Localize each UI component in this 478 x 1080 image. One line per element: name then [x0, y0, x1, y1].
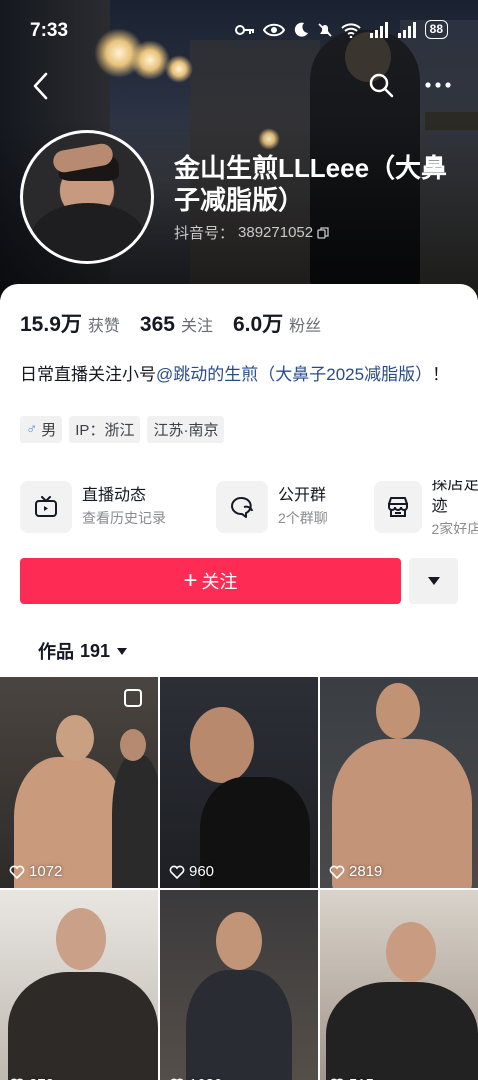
chat-icon	[216, 481, 268, 533]
video-likes: 1072	[9, 863, 62, 880]
heart-icon	[169, 865, 185, 879]
profile-card: 15.9万 获赞 365 关注 6.0万 粉丝 日常直播关注小号@跳动的生煎（大…	[0, 284, 478, 1080]
signal-icon	[369, 21, 388, 38]
video-likes: 272	[9, 1076, 54, 1080]
video-thumbnail[interactable]: 1072	[0, 677, 158, 888]
moon-icon	[294, 22, 308, 37]
tv-icon	[20, 481, 72, 533]
video-thumbnail[interactable]: 515	[320, 890, 478, 1080]
shop-icon	[374, 481, 422, 533]
video-thumbnail[interactable]: 272	[0, 890, 158, 1080]
stat-followers[interactable]: 6.0万 粉丝	[233, 308, 321, 338]
works-count: 191	[80, 640, 111, 661]
select-checkbox[interactable]	[124, 689, 142, 707]
profile-tags: ♂ 男 IP：浙江 江苏·南京	[20, 416, 225, 443]
feature-title: 公开群	[278, 487, 327, 504]
feature-live-history[interactable]: 直播动态 查看历史记录	[20, 480, 166, 534]
stat-following[interactable]: 365 关注	[140, 312, 213, 337]
works-label: 作品	[38, 642, 74, 662]
profile-name: 金山生煎LLLeee（大鼻子减脂版）	[174, 153, 448, 215]
stat-value: 365	[139, 313, 175, 336]
caret-down-icon	[117, 647, 128, 655]
gender-tag: ♂ 男	[20, 416, 63, 443]
bio-mention-link[interactable]: @跳动的生煎（大鼻子2025减脂版）	[156, 365, 432, 384]
stat-value: 15.9万	[20, 313, 82, 336]
video-likes: 1080	[169, 1076, 222, 1080]
bio-text: 日常直播关注小号@跳动的生煎（大鼻子2025减脂版）！	[20, 362, 460, 388]
wifi-icon	[340, 22, 361, 38]
likes-count: 1080	[189, 1076, 222, 1080]
video-thumbnail[interactable]: 960	[160, 677, 318, 888]
eye-icon	[262, 23, 285, 36]
feature-title: 探店足迹	[431, 480, 478, 515]
stat-label: 粉丝	[289, 318, 322, 335]
stat-value: 6.0万	[232, 313, 284, 336]
stat-label: 获赞	[87, 318, 120, 335]
likes-count: 960	[189, 863, 215, 880]
bio-prefix: 日常直播关注小号	[20, 365, 156, 384]
caret-down-icon	[427, 577, 440, 585]
video-thumbnail[interactable]: 1080	[160, 890, 318, 1080]
feature-subtitle: 查看历史记录	[82, 510, 166, 526]
likes-count: 1072	[29, 863, 63, 880]
male-icon: ♂	[26, 421, 38, 438]
battery-indicator: 88	[424, 20, 448, 39]
location-tag: 江苏·南京	[147, 416, 225, 443]
follow-label: 关注	[201, 572, 238, 592]
copy-icon[interactable]	[317, 226, 329, 239]
more-icon[interactable]	[424, 76, 452, 94]
stat-likes[interactable]: 15.9万 获赞	[20, 308, 120, 338]
video-likes: 515	[329, 1076, 374, 1080]
mute-icon	[318, 22, 332, 37]
feature-subtitle: 2个群聊	[278, 510, 328, 526]
bio-suffix: ！	[432, 365, 450, 384]
status-icons: 88	[234, 20, 448, 39]
recommend-dropdown-button[interactable]	[409, 558, 458, 604]
video-thumbnail[interactable]: 2819	[320, 677, 478, 888]
tab-works[interactable]: 作品 191	[38, 638, 128, 664]
douyin-id-label: 抖音号：	[174, 225, 235, 242]
stats-row: 15.9万 获赞 365 关注 6.0万 粉丝	[20, 308, 341, 338]
feature-subtitle: 2家好店	[431, 521, 478, 534]
douyin-id[interactable]: 抖音号： 389271052	[174, 222, 329, 243]
gender-label: 男	[41, 422, 57, 439]
stat-label: 关注	[180, 318, 213, 335]
feature-title: 直播动态	[82, 487, 147, 504]
back-arrow-icon[interactable]	[28, 70, 54, 102]
video-likes: 960	[169, 863, 214, 880]
search-icon[interactable]	[368, 72, 394, 98]
feature-shortcuts: 直播动态 查看历史记录 公开群 2个群聊 探店足迹 2家好店	[20, 480, 478, 534]
feature-public-group[interactable]: 公开群 2个群聊	[216, 480, 328, 534]
signal-icon-2	[397, 21, 416, 38]
heart-icon	[9, 865, 25, 879]
ip-tag: IP：浙江	[69, 416, 141, 443]
likes-count: 2819	[349, 863, 383, 880]
status-bar: 7:33 88	[0, 0, 478, 58]
avatar[interactable]	[20, 130, 154, 264]
heart-icon	[329, 865, 345, 879]
plus-icon: +	[183, 567, 198, 594]
likes-count: 272	[29, 1076, 54, 1080]
video-likes: 2819	[329, 863, 382, 880]
status-time: 7:33	[30, 20, 69, 41]
douyin-id-value: 389271052	[238, 224, 314, 241]
key-icon	[234, 24, 254, 35]
follow-button[interactable]: + 关注	[20, 558, 401, 604]
feature-store-visits[interactable]: 探店足迹 2家好店	[374, 480, 478, 534]
likes-count: 515	[349, 1076, 374, 1080]
